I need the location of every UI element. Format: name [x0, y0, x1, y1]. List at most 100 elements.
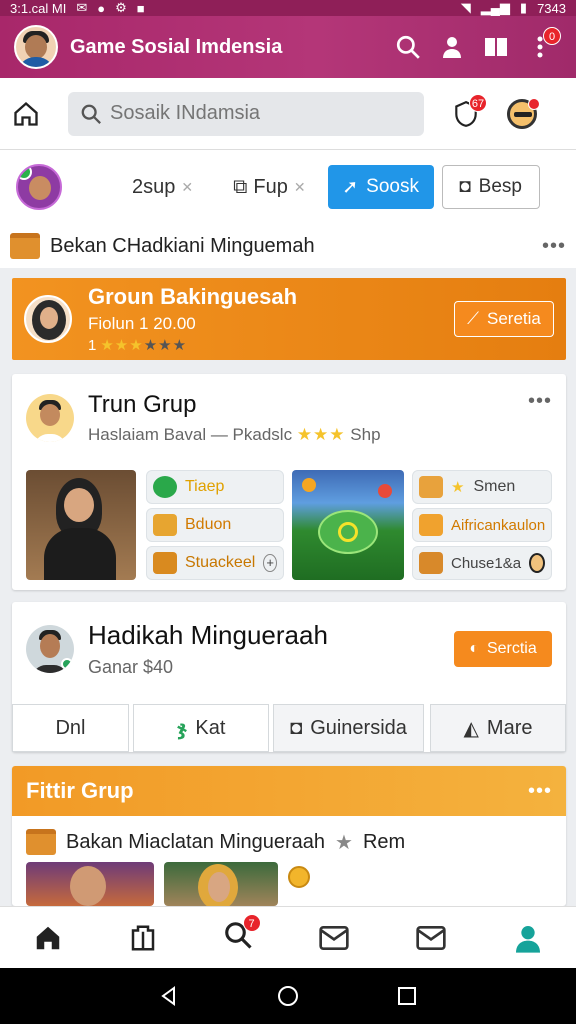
tab-4-label: Mare — [486, 716, 533, 739]
search-nav-badge: 7 — [242, 914, 261, 932]
section-title: Bekan CHadkiani Minguemah — [50, 234, 315, 257]
group-avatar[interactable] — [16, 164, 62, 210]
tile-right-3[interactable]: Chuse1&a — [412, 546, 552, 580]
profile-action-label: Serctia — [486, 640, 537, 657]
filter-section: 2sup ✕ ⧉ Fup ✕ ➚ Soosk ◘ Besp Bekan CHad… — [0, 150, 576, 268]
book-icon — [485, 38, 507, 56]
user-avatar[interactable] — [14, 25, 58, 69]
tab-4[interactable]: ◭ Mare — [430, 704, 566, 752]
back-icon[interactable] — [158, 985, 180, 1007]
profile-avatar[interactable] — [26, 625, 74, 673]
group-banner[interactable]: Groun Bakinguesah Fiolun 1 20.00 1 ★★★★★… — [12, 278, 566, 360]
filter-chip-2[interactable]: ⧉ Fup ✕ — [223, 176, 315, 199]
save-button[interactable]: ◘ Besp — [441, 165, 540, 209]
person-icon — [443, 37, 461, 58]
tile-left-1[interactable]: Tiaep — [146, 470, 284, 504]
tab-1[interactable]: Dnl — [12, 704, 129, 752]
trend-icon: ⟋ — [467, 309, 480, 328]
mascot-button[interactable] — [500, 92, 544, 136]
box-icon — [26, 829, 56, 855]
search-input[interactable] — [110, 102, 410, 125]
filter-chip-1[interactable]: 2sup ✕ — [122, 176, 203, 199]
filter-chip-1-label: 2sup — [132, 175, 176, 198]
chat-icon: ● — [97, 0, 106, 16]
social-button-label: Soosk — [366, 176, 419, 197]
star-icon: ★ — [451, 479, 466, 496]
home-icon[interactable] — [33, 923, 63, 953]
home-icon[interactable] — [12, 100, 40, 128]
profile-name: Hadikah Mingueraah — [88, 620, 328, 650]
mail-icon[interactable] — [318, 924, 350, 952]
profile-button[interactable] — [430, 25, 474, 69]
recents-icon[interactable] — [396, 985, 418, 1007]
banner-subtitle: Fiolun 1 20.00 — [88, 314, 196, 333]
box-icon — [419, 552, 443, 574]
book-button[interactable] — [474, 25, 518, 69]
group-card-header: Trun Grup Haslaiam Baval — Pkadslc ★★★ S… — [12, 374, 566, 462]
rocket-icon: ➚ — [342, 176, 359, 198]
game-icon — [153, 476, 177, 498]
profile-meta: Ganar $40 — [88, 657, 174, 677]
tag-icon: ◐ — [469, 640, 479, 657]
tile-left-1-label: Tiaep — [185, 478, 225, 495]
group-card-subtitle-tag: Shp — [350, 425, 381, 444]
search-nav-button[interactable]: 7 — [223, 914, 261, 955]
scroll-icon — [153, 514, 177, 536]
remove-icon[interactable]: ✕ — [294, 179, 306, 196]
tile-left-3[interactable]: Stuackeel + — [146, 546, 284, 580]
group-card: Trun Grup Haslaiam Baval — Pkadslc ★★★ S… — [12, 374, 566, 590]
featured-item-header: Bakan Miaclatan Mingueraah ★ Rem — [12, 820, 566, 864]
tile-left-2-label: Bduon — [185, 516, 232, 533]
trophy-icon — [153, 552, 177, 574]
tab-2-label: Kat — [195, 716, 226, 739]
remove-icon[interactable]: ✕ — [181, 179, 193, 196]
more-menu-button[interactable]: 0 — [518, 25, 562, 69]
box-icon — [10, 233, 40, 259]
banner-button-label: Seretia — [487, 309, 541, 328]
tile-right-2[interactable]: Aifricankaulon — [412, 508, 552, 542]
tile-right-1[interactable]: ★ Smen — [412, 470, 552, 504]
status-time: 7343 — [537, 0, 566, 16]
profile-icon[interactable] — [512, 922, 544, 954]
section-more-button[interactable]: ••• — [542, 235, 566, 258]
home-circle-icon[interactable] — [276, 984, 300, 1008]
group-card-avatar[interactable] — [26, 394, 74, 442]
banner-action-button[interactable]: ⟋ Seretia — [454, 301, 554, 337]
featured-more-button[interactable]: ••• — [528, 780, 552, 803]
star-icons: ★★★ — [296, 425, 346, 444]
search-button[interactable] — [386, 25, 430, 69]
tile-right-2-label: Aifricankaulon — [451, 516, 546, 534]
profile-text: Hadikah Mingueraah Ganar $40 — [88, 620, 454, 678]
status-right: ◥ ▂▄▆ ▮ 7343 — [461, 0, 566, 16]
group-card-text: Trun Grup Haslaiam Baval — Pkadslc ★★★ S… — [88, 391, 528, 445]
tab-2[interactable]: ჯ Kat — [133, 704, 269, 752]
featured-title: Fittir Grup — [26, 778, 134, 803]
star-icons: ★★★★★★ — [100, 337, 188, 354]
group-card-subtitle-main: Haslaiam Baval — Pkadslc — [88, 425, 293, 444]
building-icon[interactable] — [128, 923, 158, 953]
plant-icon: ჯ — [176, 717, 188, 740]
group-card-subtitle: Haslaiam Baval — Pkadslc ★★★ Shp — [88, 425, 528, 445]
featured-photo-2[interactable] — [164, 862, 278, 906]
banner-text: Groun Bakinguesah Fiolun 1 20.00 1 ★★★★★… — [88, 284, 454, 354]
avatar-mini-icon — [529, 553, 545, 573]
profile-card-header: Hadikah Mingueraah Ganar $40 ◐ Serctia — [12, 602, 566, 696]
search-icon — [81, 104, 101, 124]
game-photo[interactable] — [292, 470, 404, 580]
social-button[interactable]: ➚ Soosk — [327, 165, 434, 209]
mascot-badge-dot — [528, 97, 540, 110]
star-icon: ★ — [335, 831, 353, 854]
search-bar[interactable] — [68, 91, 424, 136]
inbox-icon[interactable] — [415, 924, 447, 952]
featured-photo-1[interactable] — [26, 862, 154, 906]
tab-1-label: Dnl — [55, 716, 86, 739]
tab-3[interactable]: ◘ Guinersida — [273, 704, 424, 752]
group-card-more-button[interactable]: ••• — [528, 390, 552, 413]
member-photo[interactable] — [26, 470, 136, 580]
add-icon[interactable]: + — [263, 554, 277, 572]
tile-left-2[interactable]: Bduon — [146, 508, 284, 542]
profile-action-button[interactable]: ◐ Serctia — [454, 631, 552, 667]
shield-button[interactable]: 67 — [444, 92, 488, 136]
app-icon: ■ — [136, 0, 145, 16]
featured-item-tag: Rem — [362, 830, 406, 853]
